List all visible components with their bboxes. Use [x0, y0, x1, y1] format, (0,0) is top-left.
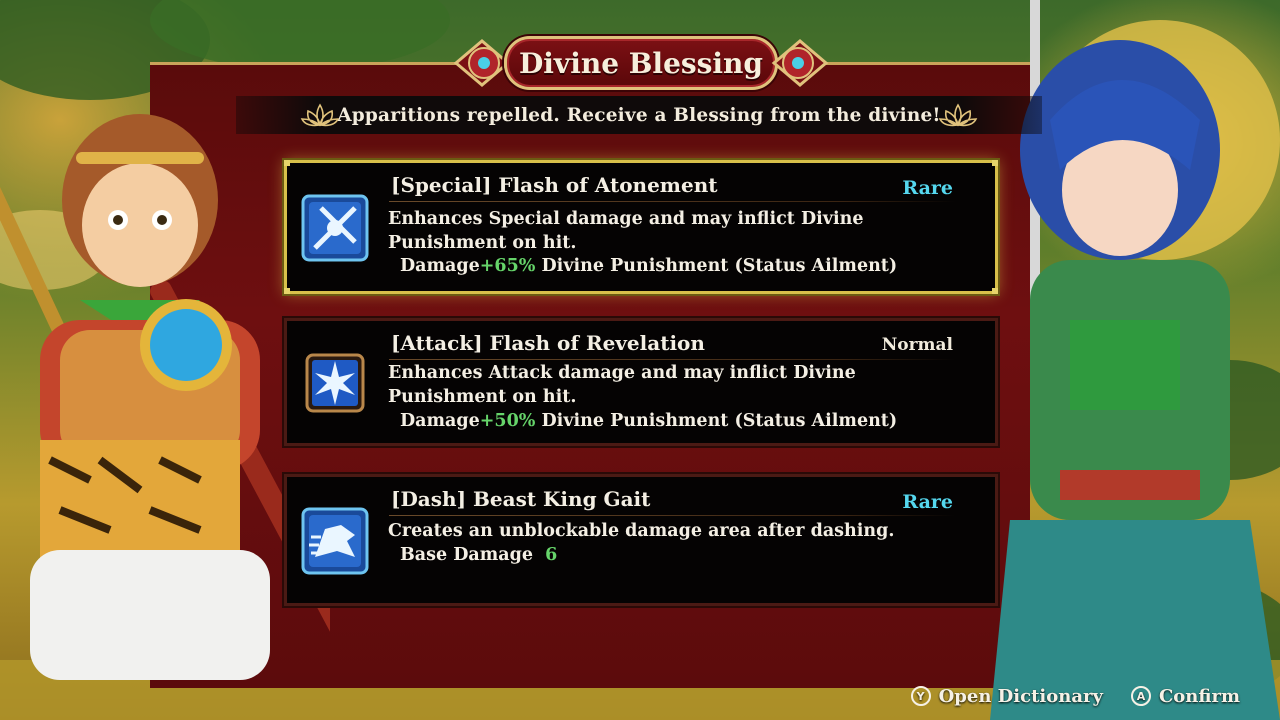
- page-title: Divine Blessing: [519, 46, 763, 80]
- blessing-card-flash-of-atonement[interactable]: [Special] Flash of Atonement Rare Enhanc…: [284, 160, 998, 294]
- lotus-icon: [938, 103, 978, 127]
- open-dictionary-button[interactable]: Open Dictionary: [939, 686, 1103, 707]
- blessing-description: Enhances Attack damage and may inflict D…: [388, 363, 856, 407]
- card-corner: [284, 160, 290, 166]
- flower-ornament-icon: [771, 39, 829, 87]
- stat-value: +50%: [479, 411, 536, 431]
- rarity-badge: Rare: [902, 491, 953, 513]
- confirm-button[interactable]: Confirm: [1159, 686, 1240, 707]
- card-corner: [284, 288, 290, 294]
- card-corner: [992, 288, 998, 294]
- a-button-icon: A: [1130, 686, 1151, 706]
- card-corner: [992, 160, 998, 166]
- stat-suffix: Divine Punishment (Status Ailment): [535, 411, 898, 431]
- divider: [389, 515, 955, 516]
- subtitle-text: Apparitions repelled. Receive a Blessing…: [337, 104, 941, 126]
- blessing-card-beast-king-gait[interactable]: [Dash] Beast King Gait Rare Creates an u…: [284, 474, 998, 606]
- stat-label: Base Damage: [400, 545, 533, 565]
- rarity-badge: Normal: [881, 335, 953, 355]
- blessing-name: [Dash] Beast King Gait: [391, 487, 651, 511]
- attack-burst-icon: [305, 353, 365, 413]
- blessing-stat: Base Damage 6: [400, 545, 557, 565]
- blessing-description: Enhances Special damage and may inflict …: [388, 209, 864, 253]
- divider: [389, 359, 955, 360]
- special-sword-icon: [301, 194, 369, 262]
- divider: [389, 201, 955, 202]
- stat-label: Damage: [400, 256, 480, 276]
- flower-ornament-icon: [453, 39, 511, 87]
- stat-suffix: Divine Punishment (Status Ailment): [535, 256, 898, 276]
- blessing-name: [Special] Flash of Atonement: [391, 173, 718, 197]
- stat-label: Damage: [400, 411, 480, 431]
- wukong-character-portrait: [0, 60, 330, 720]
- dash-beast-icon: [301, 507, 369, 575]
- blessing-name: [Attack] Flash of Revelation: [391, 331, 705, 355]
- blessing-card-flash-of-revelation[interactable]: [Attack] Flash of Revelation Normal Enha…: [284, 318, 998, 446]
- y-button-icon: Y: [910, 686, 931, 706]
- title-banner: Divine Blessing: [452, 30, 830, 96]
- subtitle-bar: Apparitions repelled. Receive a Blessing…: [236, 96, 1042, 134]
- blessing-stat: Damage+50% Divine Punishment (Status Ail…: [400, 411, 897, 431]
- controller-hints: Y Open Dictionary A Confirm: [910, 682, 1240, 710]
- stat-value: +65%: [479, 256, 536, 276]
- blessing-stat: Damage+65% Divine Punishment (Status Ail…: [400, 256, 897, 276]
- stat-value: 6: [545, 545, 558, 565]
- rarity-badge: Rare: [902, 177, 953, 199]
- lotus-icon: [300, 103, 340, 127]
- blessing-description: Creates an unblockable damage area after…: [388, 521, 895, 541]
